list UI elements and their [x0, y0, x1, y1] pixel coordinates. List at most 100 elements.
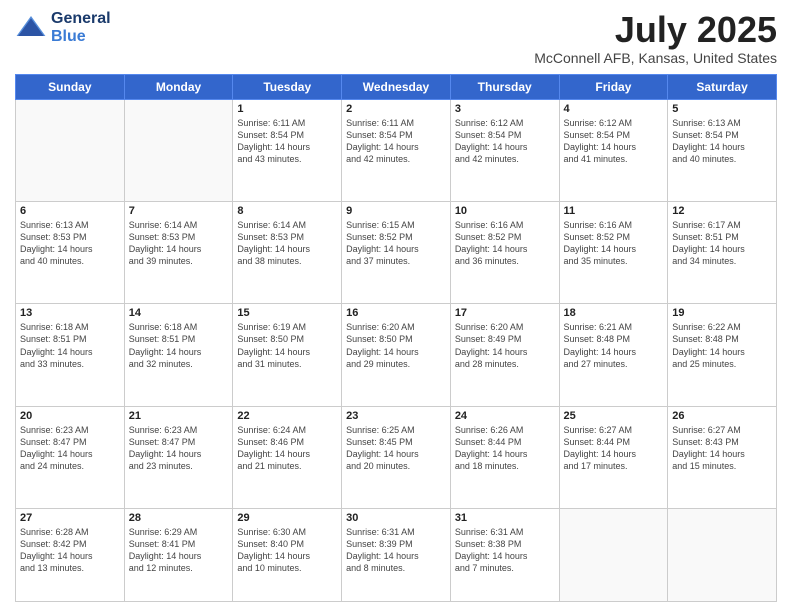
day-info: Sunrise: 6:13 AM Sunset: 8:53 PM Dayligh… [20, 219, 120, 268]
table-row [16, 99, 125, 201]
day-number: 4 [564, 103, 664, 115]
day-info: Sunrise: 6:16 AM Sunset: 8:52 PM Dayligh… [564, 219, 664, 268]
table-row: 27 Sunrise: 6:28 AM Sunset: 8:42 PM Dayli… [16, 508, 125, 601]
table-row: 8Sunrise: 6:14 AM Sunset: 8:53 PM Daylig… [233, 201, 342, 303]
header-tuesday: Tuesday [233, 74, 342, 99]
table-row: 7 Sunrise: 6:14 AM Sunset: 8:53 PM Daylig… [124, 201, 233, 303]
table-row: 24Sunrise: 6:26 AM Sunset: 8:44 PM Dayli… [450, 406, 559, 508]
day-number: 5 [672, 103, 772, 115]
calendar-header-row: Sunday Monday Tuesday Wednesday Thursday… [16, 74, 777, 99]
day-number: 15 [237, 307, 337, 319]
day-info: Sunrise: 6:12 AM Sunset: 8:54 PM Dayligh… [564, 117, 664, 166]
day-info: Sunrise: 6:26 AM Sunset: 8:44 PM Dayligh… [455, 424, 555, 473]
table-row: 19 Sunrise: 6:22 AM Sunset: 8:48 PM Dayli… [668, 304, 777, 406]
day-info: Sunrise: 6:27 AM Sunset: 8:43 PM Dayligh… [672, 424, 772, 473]
title-section: July 2025 McConnell AFB, Kansas, United … [534, 10, 777, 66]
day-info: Sunrise: 6:22 AM Sunset: 8:48 PM Dayligh… [672, 321, 772, 370]
table-row: 12 Sunrise: 6:17 AM Sunset: 8:51 PM Dayli… [668, 201, 777, 303]
logo: General Blue [15, 10, 111, 46]
day-number: 27 [20, 512, 120, 524]
day-info: Sunrise: 6:18 AM Sunset: 8:51 PM Dayligh… [129, 321, 229, 370]
table-row: 16 Sunrise: 6:20 AM Sunset: 8:50 PM Dayli… [342, 304, 451, 406]
table-row: 17Sunrise: 6:20 AM Sunset: 8:49 PM Dayli… [450, 304, 559, 406]
day-info: Sunrise: 6:30 AM Sunset: 8:40 PM Dayligh… [237, 526, 337, 575]
day-info: Sunrise: 6:15 AM Sunset: 8:52 PM Dayligh… [346, 219, 446, 268]
logo-icon [15, 12, 47, 44]
day-number: 17 [455, 307, 555, 319]
day-number: 31 [455, 512, 555, 524]
table-row: 21 Sunrise: 6:23 AM Sunset: 8:47 PM Dayli… [124, 406, 233, 508]
day-number: 8 [237, 205, 337, 217]
day-number: 26 [672, 410, 772, 422]
table-row: 25 Sunrise: 6:27 AM Sunset: 8:44 PM Dayli… [559, 406, 668, 508]
day-number: 9 [346, 205, 446, 217]
header: General Blue July 2025 McConnell AFB, Ka… [15, 10, 777, 66]
day-info: Sunrise: 6:24 AM Sunset: 8:46 PM Dayligh… [237, 424, 337, 473]
day-number: 16 [346, 307, 446, 319]
day-info: Sunrise: 6:23 AM Sunset: 8:47 PM Dayligh… [129, 424, 229, 473]
day-number: 1 [237, 103, 337, 115]
day-number: 18 [564, 307, 664, 319]
day-info: Sunrise: 6:25 AM Sunset: 8:45 PM Dayligh… [346, 424, 446, 473]
table-row: 29Sunrise: 6:30 AM Sunset: 8:40 PM Dayli… [233, 508, 342, 601]
table-row [124, 99, 233, 201]
day-number: 6 [20, 205, 120, 217]
table-row: 15 Sunrise: 6:19 AM Sunset: 8:50 PM Dayli… [233, 304, 342, 406]
day-info: Sunrise: 6:23 AM Sunset: 8:47 PM Dayligh… [20, 424, 120, 473]
table-row: 3 Sunrise: 6:12 AM Sunset: 8:54 PM Daylig… [450, 99, 559, 201]
day-number: 23 [346, 410, 446, 422]
table-row: 18 Sunrise: 6:21 AM Sunset: 8:48 PM Dayli… [559, 304, 668, 406]
day-info: Sunrise: 6:29 AM Sunset: 8:41 PM Dayligh… [129, 526, 229, 575]
table-row: 11 Sunrise: 6:16 AM Sunset: 8:52 PM Dayli… [559, 201, 668, 303]
table-row: 6 Sunrise: 6:13 AM Sunset: 8:53 PM Daylig… [16, 201, 125, 303]
day-number: 3 [455, 103, 555, 115]
day-number: 10 [455, 205, 555, 217]
location-title: McConnell AFB, Kansas, United States [534, 50, 777, 66]
table-row [559, 508, 668, 601]
day-info: Sunrise: 6:16 AM Sunset: 8:52 PM Dayligh… [455, 219, 555, 268]
day-info: Sunrise: 6:21 AM Sunset: 8:48 PM Dayligh… [564, 321, 664, 370]
table-row: 4 Sunrise: 6:12 AM Sunset: 8:54 PM Daylig… [559, 99, 668, 201]
day-info: Sunrise: 6:19 AM Sunset: 8:50 PM Dayligh… [237, 321, 337, 370]
day-number: 22 [237, 410, 337, 422]
day-info: Sunrise: 6:17 AM Sunset: 8:51 PM Dayligh… [672, 219, 772, 268]
day-number: 19 [672, 307, 772, 319]
day-info: Sunrise: 6:11 AM Sunset: 8:54 PM Dayligh… [237, 117, 337, 166]
day-number: 21 [129, 410, 229, 422]
day-number: 7 [129, 205, 229, 217]
day-info: Sunrise: 6:13 AM Sunset: 8:54 PM Dayligh… [672, 117, 772, 166]
header-wednesday: Wednesday [342, 74, 451, 99]
day-info: Sunrise: 6:18 AM Sunset: 8:51 PM Dayligh… [20, 321, 120, 370]
day-number: 28 [129, 512, 229, 524]
day-info: Sunrise: 6:20 AM Sunset: 8:50 PM Dayligh… [346, 321, 446, 370]
table-row: 13Sunrise: 6:18 AM Sunset: 8:51 PM Dayli… [16, 304, 125, 406]
day-number: 12 [672, 205, 772, 217]
month-title: July 2025 [534, 10, 777, 50]
day-info: Sunrise: 6:31 AM Sunset: 8:38 PM Dayligh… [455, 526, 555, 575]
table-row: 28 Sunrise: 6:29 AM Sunset: 8:41 PM Dayli… [124, 508, 233, 601]
header-sunday: Sunday [16, 74, 125, 99]
day-number: 11 [564, 205, 664, 217]
table-row: 26 Sunrise: 6:27 AM Sunset: 8:43 PM Dayli… [668, 406, 777, 508]
day-info: Sunrise: 6:27 AM Sunset: 8:44 PM Dayligh… [564, 424, 664, 473]
day-number: 14 [129, 307, 229, 319]
header-thursday: Thursday [450, 74, 559, 99]
header-saturday: Saturday [668, 74, 777, 99]
table-row: 1 Sunrise: 6:11 AM Sunset: 8:54 PM Daylig… [233, 99, 342, 201]
table-row: 14 Sunrise: 6:18 AM Sunset: 8:51 PM Dayli… [124, 304, 233, 406]
day-info: Sunrise: 6:11 AM Sunset: 8:54 PM Dayligh… [346, 117, 446, 166]
table-row: 2Sunrise: 6:11 AM Sunset: 8:54 PM Daylig… [342, 99, 451, 201]
day-number: 25 [564, 410, 664, 422]
table-row: 23 Sunrise: 6:25 AM Sunset: 8:45 PM Dayli… [342, 406, 451, 508]
table-row: 5 Sunrise: 6:13 AM Sunset: 8:54 PM Daylig… [668, 99, 777, 201]
day-info: Sunrise: 6:12 AM Sunset: 8:54 PM Dayligh… [455, 117, 555, 166]
table-row: 22 Sunrise: 6:24 AM Sunset: 8:46 PM Dayli… [233, 406, 342, 508]
header-monday: Monday [124, 74, 233, 99]
table-row: 9 Sunrise: 6:15 AM Sunset: 8:52 PM Daylig… [342, 201, 451, 303]
day-info: Sunrise: 6:28 AM Sunset: 8:42 PM Dayligh… [20, 526, 120, 575]
day-number: 30 [346, 512, 446, 524]
day-info: Sunrise: 6:14 AM Sunset: 8:53 PM Dayligh… [129, 219, 229, 268]
table-row: 31 Sunrise: 6:31 AM Sunset: 8:38 PM Dayli… [450, 508, 559, 601]
table-row: 10 Sunrise: 6:16 AM Sunset: 8:52 PM Dayli… [450, 201, 559, 303]
calendar-table: Sunday Monday Tuesday Wednesday Thursday… [15, 74, 777, 602]
